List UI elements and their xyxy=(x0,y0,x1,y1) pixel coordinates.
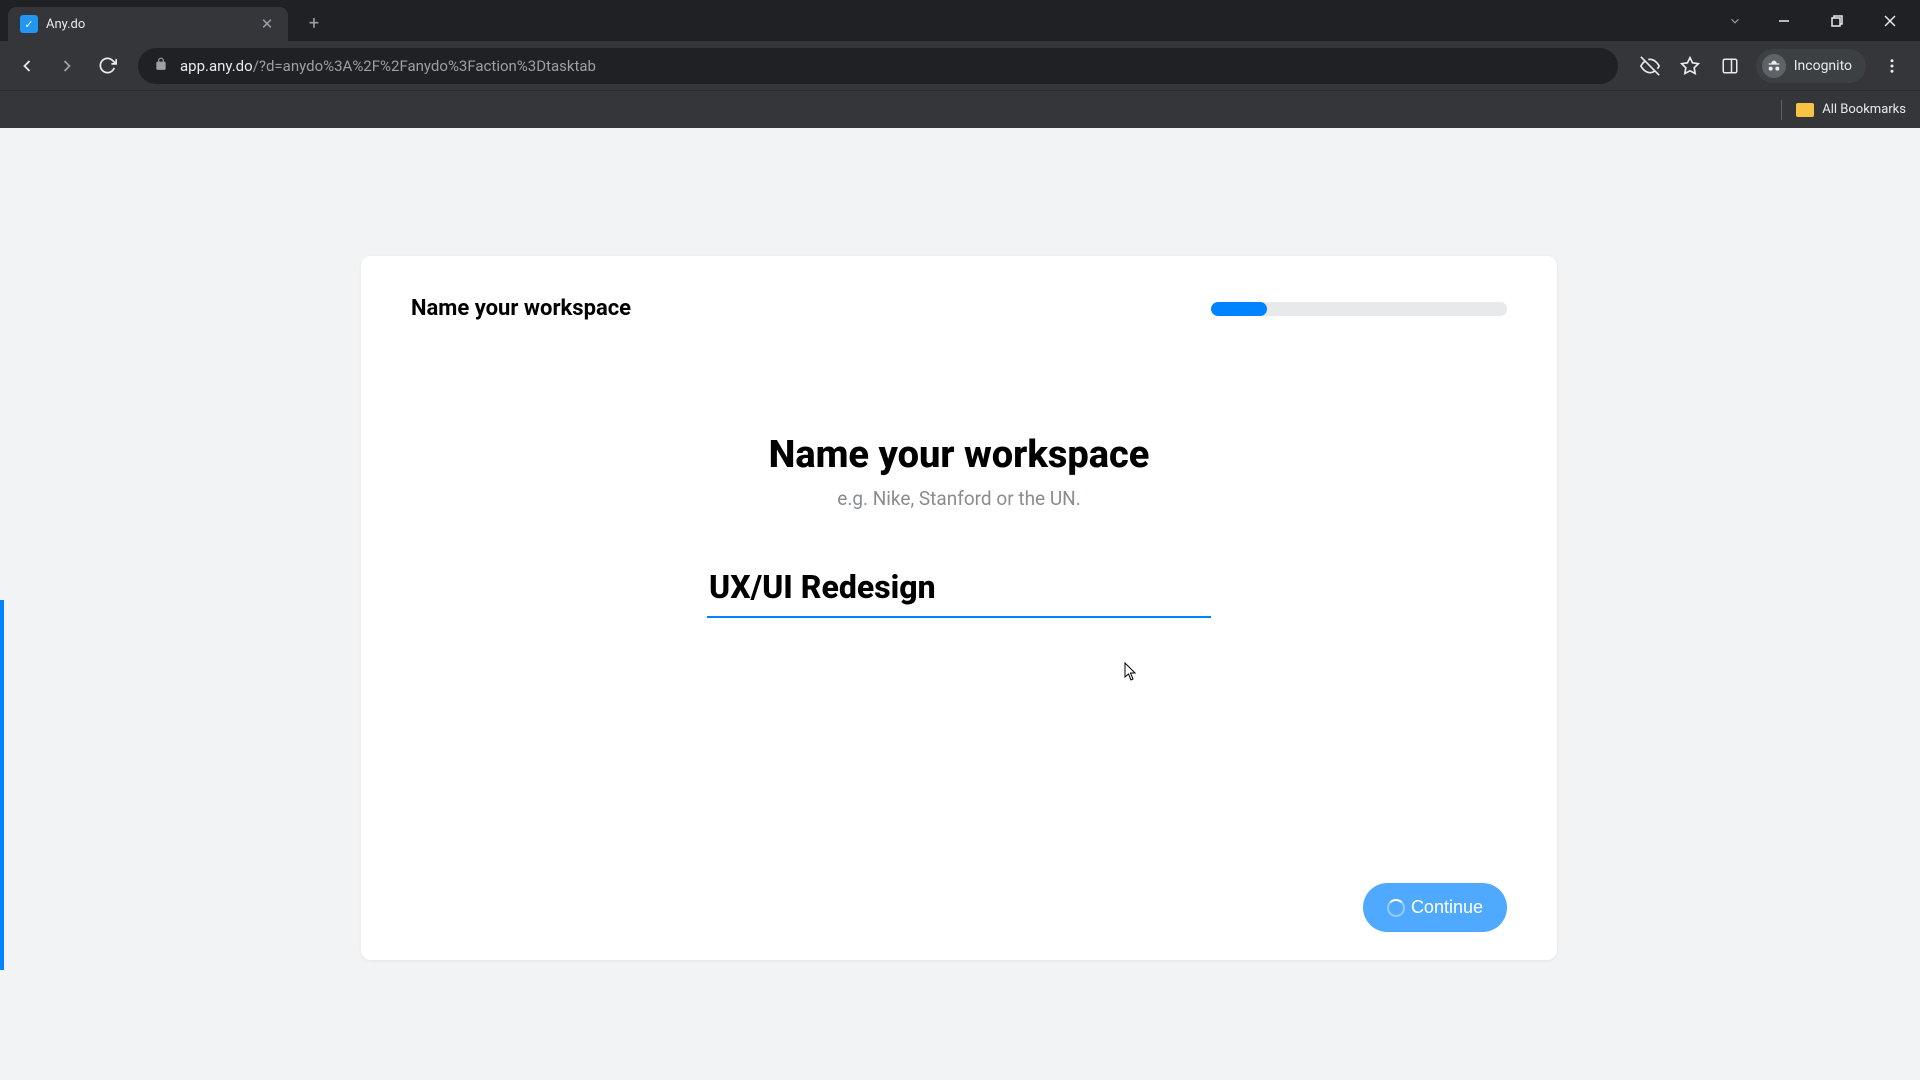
loading-spinner-icon xyxy=(1387,899,1405,917)
incognito-label: Incognito xyxy=(1794,58,1852,74)
divider xyxy=(1781,100,1782,120)
subtitle: e.g. Nike, Stanford or the UN. xyxy=(411,487,1507,510)
new-tab-button[interactable]: + xyxy=(300,10,328,38)
maximize-button[interactable] xyxy=(1814,6,1859,36)
page-content: Name your workspace Name your workspace … xyxy=(0,128,1920,1080)
star-icon[interactable] xyxy=(1672,48,1708,84)
minimize-button[interactable] xyxy=(1761,6,1806,36)
onboarding-card: Name your workspace Name your workspace … xyxy=(361,256,1557,960)
forward-button[interactable] xyxy=(50,49,84,83)
incognito-icon xyxy=(1762,54,1786,78)
address-bar[interactable]: app.any.do/?d=anydo%3A%2F%2Fanydo%3Facti… xyxy=(138,48,1618,84)
progress-bar xyxy=(1211,302,1507,316)
sidebar-accent xyxy=(0,600,4,970)
favicon-icon: ✓ xyxy=(20,15,38,33)
lock-icon xyxy=(154,56,168,75)
tab-strip: ✓ Any.do ✕ + xyxy=(0,0,1920,41)
bookmarks-bar: All Bookmarks xyxy=(0,90,1920,128)
bookmarks-label: All Bookmarks xyxy=(1822,102,1906,117)
folder-icon xyxy=(1796,103,1814,117)
close-window-button[interactable] xyxy=(1867,6,1912,36)
progress-fill xyxy=(1211,302,1267,316)
tab-title: Any.do xyxy=(46,17,250,32)
eye-off-icon[interactable] xyxy=(1632,48,1668,84)
window-controls xyxy=(1717,6,1912,36)
toolbar-right: Incognito xyxy=(1632,48,1910,84)
card-step-title: Name your workspace xyxy=(411,296,631,321)
workspace-name-input[interactable] xyxy=(707,562,1211,618)
side-panel-icon[interactable] xyxy=(1712,48,1748,84)
continue-label: Continue xyxy=(1411,897,1483,918)
card-header: Name your workspace xyxy=(411,296,1507,321)
browser-tab[interactable]: ✓ Any.do ✕ xyxy=(8,7,288,41)
menu-icon[interactable] xyxy=(1874,48,1910,84)
close-tab-icon[interactable]: ✕ xyxy=(258,15,276,33)
continue-button[interactable]: Continue xyxy=(1363,883,1507,932)
browser-toolbar: app.any.do/?d=anydo%3A%2F%2Fanydo%3Facti… xyxy=(0,41,1920,90)
main-heading: Name your workspace xyxy=(411,433,1507,477)
url-text: app.any.do/?d=anydo%3A%2F%2Fanydo%3Facti… xyxy=(180,57,596,75)
back-button[interactable] xyxy=(10,49,44,83)
all-bookmarks-button[interactable]: All Bookmarks xyxy=(1796,102,1906,117)
incognito-badge[interactable]: Incognito xyxy=(1756,49,1866,83)
reload-button[interactable] xyxy=(90,49,124,83)
tab-search-icon[interactable] xyxy=(1717,6,1753,36)
